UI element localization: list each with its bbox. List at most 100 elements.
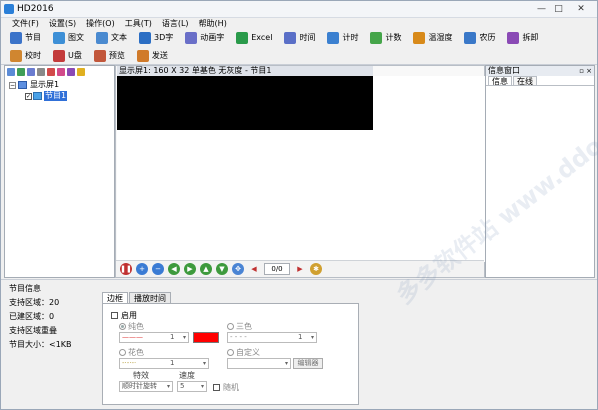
excel-icon [236,31,249,44]
toolbar-button-clock[interactable]: 时间 [279,29,320,46]
tree-add-program-icon[interactable] [17,68,25,76]
toolbar-button-time-sync[interactable]: 校时 [5,47,46,64]
random-checkbox[interactable]: 随机 [213,382,239,393]
toolbar-button-3d-text[interactable]: 3D字 [134,29,178,46]
menu-bar: 文件(F) 设置(S) 操作(O) 工具(T) 语言(L) 帮助(H) [1,18,597,29]
toolbar-button-disassemble[interactable]: 拆卸 [502,29,543,46]
toolbar-button-program[interactable]: 节目 [5,29,46,46]
tree-clear-icon[interactable] [57,68,65,76]
edit-button[interactable]: 编辑器 [293,358,323,369]
supported-areas: 支持区域：20 [9,298,60,307]
toolbar-button-animated-text[interactable]: 动画字 [180,29,229,46]
collapse-icon[interactable]: − [9,81,16,89]
toolbar-button-excel[interactable]: Excel [231,29,277,46]
time-sync-icon [10,49,22,62]
tree-move-up-icon[interactable] [67,68,75,76]
color-swatch-button[interactable] [193,332,219,343]
enable-border-checkbox[interactable]: 启用 [111,310,137,321]
toolbar-button-temperature[interactable]: 温湿度 [408,29,457,46]
pattern-width-select[interactable]: -·-·-· 1 ▾ [119,358,209,369]
window-title: HD2016 [17,4,54,14]
area-overlap: 支持区域重叠 [9,326,57,335]
maximize-button[interactable]: □ [550,2,567,16]
screen-preview-area: 显示屏1: 160 X 32 单基色 无灰度 - 节目1 ❚❚ + − ◀ ▶ … [115,65,485,278]
3d-text-icon [139,31,151,44]
menu-help[interactable]: 帮助(H) [194,18,232,29]
pause-icon[interactable]: ❚❚ [120,263,132,275]
solid-width-select[interactable]: ——— 1 ▾ [119,332,189,343]
tree-copy-icon[interactable] [27,68,35,76]
tree-delete-icon[interactable] [47,68,55,76]
monitor-icon [18,81,27,89]
led-screen-preview[interactable] [117,76,373,130]
zoom-in-icon[interactable]: + [136,263,148,275]
temperature-icon [413,31,426,44]
tree-move-down-icon[interactable] [77,68,85,76]
pin-icon[interactable]: ▫ [579,66,584,76]
arrow-right-icon[interactable]: ▶ [184,263,196,275]
tree-toolbar [5,66,114,78]
custom-select[interactable]: ▾ [227,358,291,369]
program-icon [10,31,22,44]
move-icon[interactable]: ✥ [232,263,244,275]
toolbar-button-label: 农历 [479,33,496,42]
tab-online[interactable]: 在线 [513,76,537,86]
tab-info[interactable]: 信息 [488,76,512,86]
toolbar-button-usb-drive[interactable]: U盘 [48,47,87,64]
tree-add-screen-icon[interactable] [7,68,15,76]
send-icon [136,49,149,62]
menu-tools[interactable]: 工具(T) [120,18,157,29]
toolbar-button-label: 发送 [151,51,168,60]
clock-icon [284,31,297,44]
previous-icon[interactable]: ◀ [248,263,260,275]
toolbar-button-timer[interactable]: 计时 [322,29,363,46]
tree-paste-icon[interactable] [37,68,45,76]
tricolor-radio[interactable]: 三色 [227,321,252,332]
screen-caption: 显示屏1: 160 X 32 单基色 无灰度 - 节目1 [117,66,373,76]
toolbar-button-preview[interactable]: 预览 [89,47,130,64]
tree-node-screen[interactable]: − 显示屏1 [9,80,60,90]
close-button[interactable]: ✕ [567,2,595,16]
toolbar-button-image-text[interactable]: 图文 [48,29,89,46]
program-checkbox[interactable]: ✓ [25,92,32,100]
toolbar-button-label: 温湿度 [428,33,453,42]
arrow-up-icon[interactable]: ▲ [200,263,212,275]
text-icon [96,31,108,44]
toolbar-main: 节目 图文 文本 3D字 动画字 Excel 时间 计时 计数 温湿度 农历 拆卸 [1,29,597,47]
tricolor-width-select[interactable]: - - - -1 ▾ [227,332,317,343]
lunar-calendar-icon [464,31,477,44]
toolbar-button-label: 时间 [299,33,316,42]
custom-radio[interactable]: 自定义 [227,347,260,358]
settings-gear-icon[interactable]: ✱ [310,263,322,275]
effect-select[interactable]: 顺时针旋转 ▾ [119,381,173,392]
next-icon[interactable]: ▶ [294,263,306,275]
app-window: HD2016 — □ ✕ 文件(F) 设置(S) 操作(O) 工具(T) 语言(… [0,0,598,410]
speed-label: 速度 [179,371,195,380]
preview-control-bar: ❚❚ + − ◀ ▶ ▲ ▼ ✥ ◀ 0/0 ▶ ✱ [116,260,484,277]
menu-settings[interactable]: 设置(S) [44,18,81,29]
zoom-out-icon[interactable]: − [152,263,164,275]
close-icon[interactable]: × [586,66,592,76]
arrow-down-icon[interactable]: ▼ [216,263,228,275]
tree-node-program[interactable]: ✓ 节目1 [25,91,68,101]
menu-language[interactable]: 语言(L) [157,18,194,29]
toolbar-button-lunar-calendar[interactable]: 农历 [459,29,500,46]
menu-operation[interactable]: 操作(O) [81,18,120,29]
animated-text-icon [185,31,198,44]
toolbar-button-send[interactable]: 发送 [132,47,173,64]
toolbar-button-label: 拆卸 [522,33,539,42]
toolbar-button-counter[interactable]: 计数 [365,29,406,46]
info-panel: 信息窗口 ▫ × 信息 在线 [485,65,595,278]
solid-color-radio[interactable]: 纯色 [119,321,144,332]
program-size: 节目大小：<1KB [9,340,72,349]
toolbar-button-text[interactable]: 文本 [91,29,132,46]
menu-file[interactable]: 文件(F) [7,18,44,29]
usb-drive-icon [53,49,65,62]
arrow-left-icon[interactable]: ◀ [168,263,180,275]
minimize-button[interactable]: — [533,2,550,16]
speed-select[interactable]: 5 ▾ [177,381,207,392]
title-bar: HD2016 — □ ✕ [1,1,597,18]
pattern-radio[interactable]: 花色 [119,347,144,358]
program-info-title: 节目信息 [9,284,41,293]
info-panel-title: 信息窗口 [488,66,520,75]
